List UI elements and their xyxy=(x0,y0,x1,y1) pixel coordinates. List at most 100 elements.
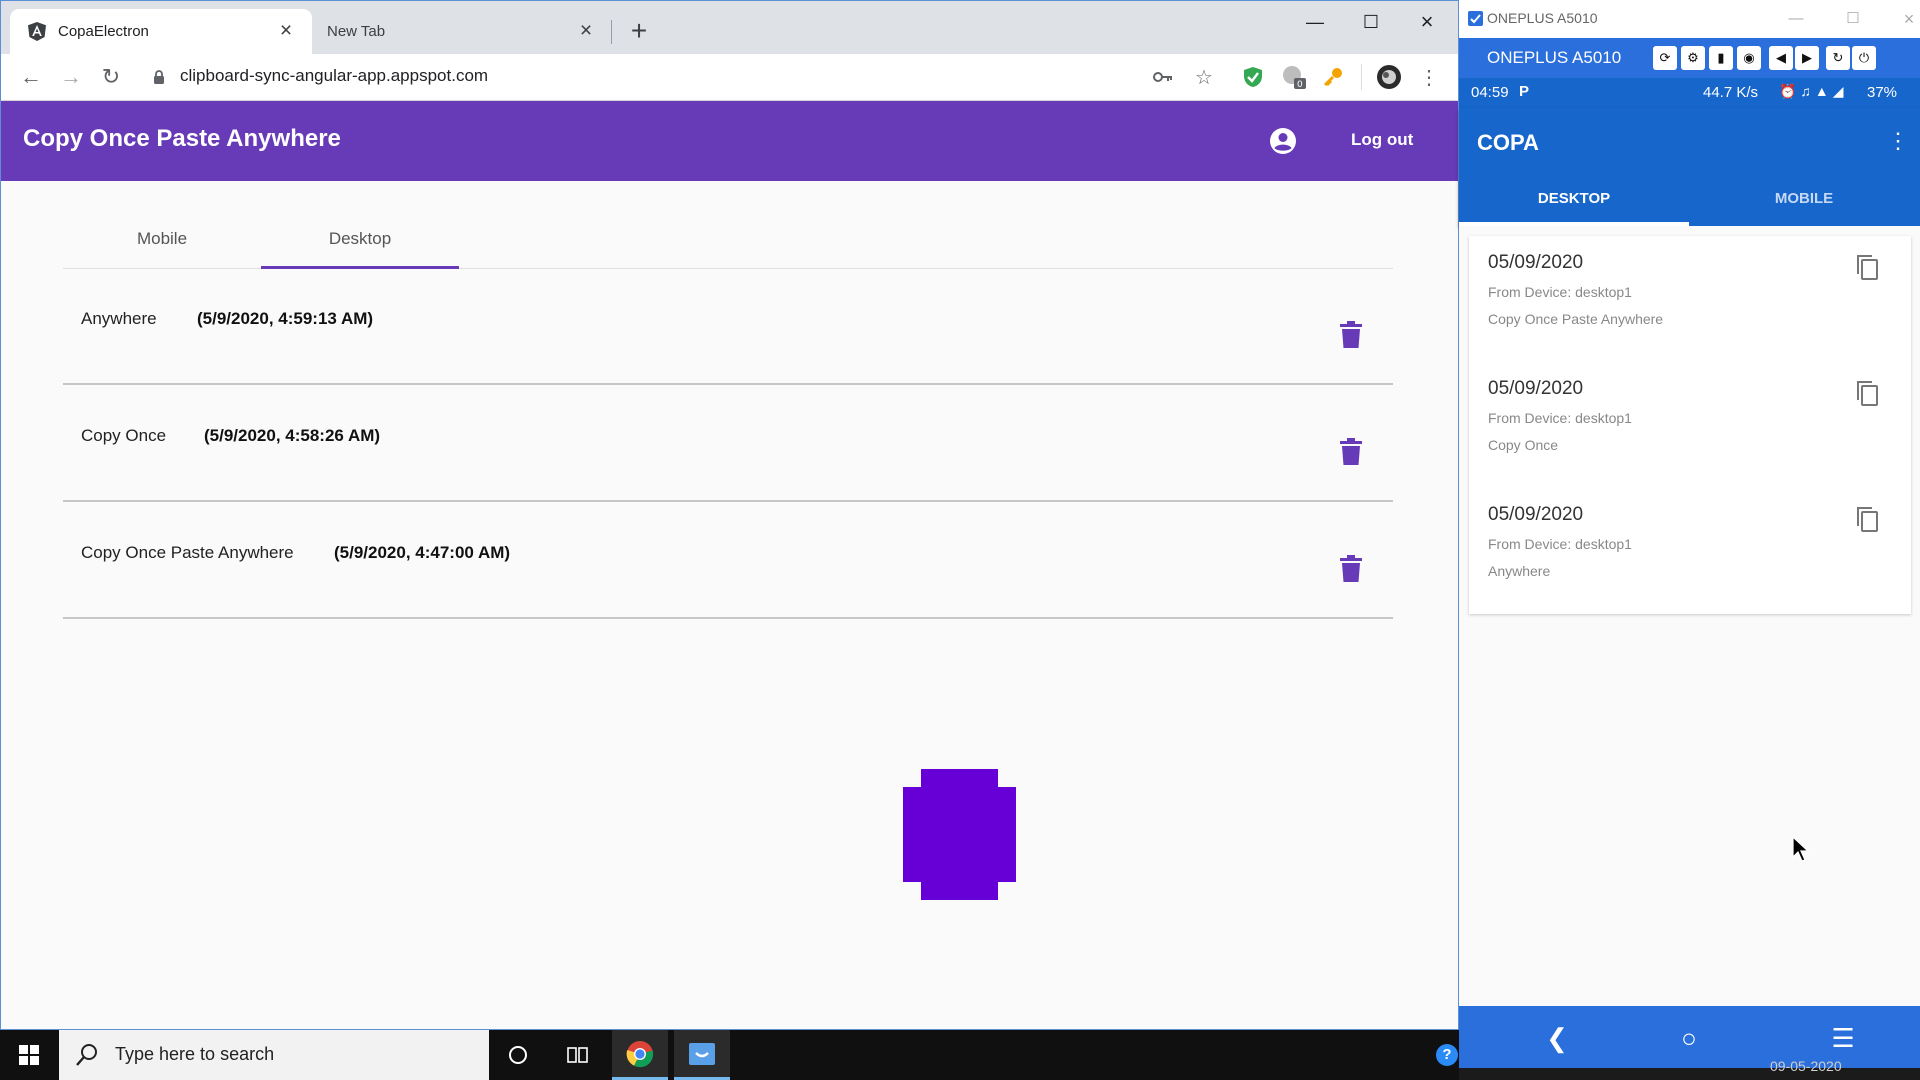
clip-entry: Copy Once Paste Anywhere (5/9/2020, 4:47… xyxy=(63,503,1393,619)
purple-block-graphic xyxy=(903,769,1016,900)
tab-title: CopaElectron xyxy=(58,23,149,40)
reload-icon[interactable]: ↻ xyxy=(96,62,126,92)
phone-mirror-taskbar-icon[interactable] xyxy=(674,1030,730,1080)
status-time: 04:59 xyxy=(1471,84,1509,101)
tab-copaelectron[interactable]: CopaElectron × xyxy=(10,9,312,54)
minimize-icon[interactable]: — xyxy=(1776,6,1816,32)
clip-list-item[interactable]: 05/09/2020 From Device: desktop1 Copy On… xyxy=(1469,236,1911,362)
clip-date: 05/09/2020 xyxy=(1488,378,1584,399)
account-circle-icon[interactable] xyxy=(1269,127,1297,155)
android-status-bar: 04:59 P 44.7 K/s ⏰♫▲◢ 37% xyxy=(1459,78,1920,108)
clip-source: From Device: desktop1 xyxy=(1488,284,1632,300)
tab-strip: CopaElectron × New Tab × + — ☐ × xyxy=(1,1,1458,54)
clip-source: From Device: desktop1 xyxy=(1488,410,1632,426)
profile-avatar[interactable] xyxy=(1375,63,1403,91)
minimize-icon[interactable]: — xyxy=(1287,5,1343,39)
key-icon[interactable] xyxy=(1149,63,1177,91)
desktop-screen: CopaElectron × New Tab × + — ☐ × ← → ↻ c… xyxy=(0,0,1920,1080)
search-placeholder: Type here to search xyxy=(115,1044,275,1064)
maximize-icon[interactable]: ☐ xyxy=(1833,6,1873,32)
tab-group: Mobile Desktop xyxy=(63,181,1393,269)
back-arrow-icon[interactable]: ← xyxy=(16,62,46,92)
delete-trash-icon[interactable] xyxy=(1339,321,1363,349)
close-window-icon[interactable]: × xyxy=(1889,6,1920,32)
nav-back-icon[interactable]: ❮ xyxy=(1539,1020,1575,1056)
copy-icon[interactable] xyxy=(1855,506,1879,532)
task-view-icon[interactable] xyxy=(550,1030,606,1080)
phone-tab-mobile[interactable]: MOBILE xyxy=(1689,190,1919,207)
copy-icon[interactable] xyxy=(1855,380,1879,406)
app-content: Mobile Desktop Anywhere (5/9/2020, 4:59:… xyxy=(1,181,1458,1029)
clip-source: From Device: desktop1 xyxy=(1488,536,1632,552)
windows-taskbar: Type here to search ? xyxy=(0,1030,1459,1080)
overflow-menu-icon[interactable]: ⋮ xyxy=(1887,128,1909,156)
clip-text: Anywhere xyxy=(81,309,157,328)
extension-badge-icon[interactable]: 0 xyxy=(1280,63,1308,91)
svg-text:0: 0 xyxy=(1297,80,1303,90)
new-tab-plus-icon[interactable]: + xyxy=(623,15,655,47)
app-header: Copy Once Paste Anywhere Log out xyxy=(1,101,1458,181)
volume-down-icon[interactable]: ◀ xyxy=(1769,46,1793,70)
maximize-icon[interactable]: ☐ xyxy=(1343,5,1399,39)
forward-arrow-icon[interactable]: → xyxy=(56,62,86,92)
clip-content: Copy Once Paste Anywhere xyxy=(1488,311,1664,327)
status-network-speed: 44.7 K/s xyxy=(1703,84,1759,101)
device-name: ONEPLUS A5010 xyxy=(1487,48,1622,67)
bookmark-star-icon[interactable]: ☆ xyxy=(1190,63,1218,91)
status-system-icons: ⏰♫▲◢ xyxy=(1779,83,1848,99)
nav-home-icon[interactable]: ○ xyxy=(1671,1020,1707,1056)
clip-entry: Anywhere (5/9/2020, 4:59:13 AM) xyxy=(63,269,1393,385)
refresh-icon[interactable]: ↻ xyxy=(1826,46,1850,70)
browser-toolbar: ← → ↻ clipboard-sync-angular-app.appspot… xyxy=(1,54,1458,101)
chrome-taskbar-icon[interactable] xyxy=(612,1030,668,1080)
taskbar-search-box[interactable]: Type here to search xyxy=(59,1030,489,1080)
tab-new-tab[interactable]: New Tab × xyxy=(312,9,612,54)
angular-favicon-icon xyxy=(28,22,46,41)
volume-up-icon[interactable]: ▶ xyxy=(1795,46,1819,70)
key-extension-icon[interactable] xyxy=(1319,63,1347,91)
cortana-icon[interactable] xyxy=(490,1030,546,1080)
phone-mirror-window: ONEPLUS A5010 — ☐ × ONEPLUS A5010 ⟳ ⚙ ▮ … xyxy=(1459,0,1920,1080)
android-nav-bar: ❮ ○ ☰ xyxy=(1459,1006,1920,1068)
mouse-cursor-icon xyxy=(1792,836,1810,862)
power-icon[interactable]: ⏻ xyxy=(1852,46,1876,70)
nav-menu-icon[interactable]: ☰ xyxy=(1825,1020,1861,1056)
delete-trash-icon[interactable] xyxy=(1339,555,1363,583)
clip-timestamp: (5/9/2020, 4:47:00 AM) xyxy=(334,543,511,562)
close-tab-icon[interactable]: × xyxy=(574,19,598,43)
clip-list-item[interactable]: 05/09/2020 From Device: desktop1 Copy On… xyxy=(1469,362,1911,488)
clip-list-card: 05/09/2020 From Device: desktop1 Copy On… xyxy=(1469,236,1911,614)
logout-button[interactable]: Log out xyxy=(1351,130,1413,150)
taskbar-clock-date: 09-05-2020 xyxy=(1770,1058,1842,1074)
record-video-icon[interactable]: ▮ xyxy=(1709,46,1733,70)
clip-entry: Copy Once (5/9/2020, 4:58:26 AM) xyxy=(63,386,1393,502)
copa-title: COPA xyxy=(1477,130,1539,155)
clip-content: Copy Once xyxy=(1488,437,1559,453)
settings-gear-icon[interactable]: ⚙ xyxy=(1681,46,1705,70)
copa-app-bar: COPA ⋮ DESKTOP MOBILE xyxy=(1459,108,1920,226)
rotate-icon[interactable]: ⟳ xyxy=(1653,46,1677,70)
close-window-icon[interactable]: × xyxy=(1399,5,1455,39)
clip-timestamp: (5/9/2020, 4:59:13 AM) xyxy=(197,309,374,328)
close-tab-icon[interactable]: × xyxy=(274,19,298,43)
search-icon xyxy=(76,1044,97,1066)
phone-tab-desktop[interactable]: DESKTOP xyxy=(1459,190,1689,207)
status-battery: 37% xyxy=(1867,84,1898,101)
app-title: Copy Once Paste Anywhere xyxy=(23,125,341,152)
tab-desktop[interactable]: Desktop xyxy=(261,229,459,249)
clip-text: Copy Once xyxy=(81,426,167,445)
screenshot-camera-icon[interactable]: ◉ xyxy=(1737,46,1761,70)
chrome-menu-icon[interactable]: ⋮ xyxy=(1415,63,1443,91)
clip-list-item[interactable]: 05/09/2020 From Device: desktop1 Anywher… xyxy=(1469,488,1911,614)
address-bar[interactable]: clipboard-sync-angular-app.appspot.com xyxy=(180,66,488,86)
tab-mobile[interactable]: Mobile xyxy=(63,229,261,249)
clip-content: Anywhere xyxy=(1488,563,1551,579)
shield-extension-icon[interactable] xyxy=(1239,63,1267,91)
windows-start-icon[interactable] xyxy=(0,1030,58,1080)
app-window-icon xyxy=(1468,11,1483,26)
clip-date: 05/09/2020 xyxy=(1488,504,1584,525)
clip-text: Copy Once Paste Anywhere xyxy=(81,543,294,562)
delete-trash-icon[interactable] xyxy=(1339,438,1363,466)
help-icon[interactable]: ? xyxy=(1436,1044,1458,1066)
copy-icon[interactable] xyxy=(1855,254,1879,280)
